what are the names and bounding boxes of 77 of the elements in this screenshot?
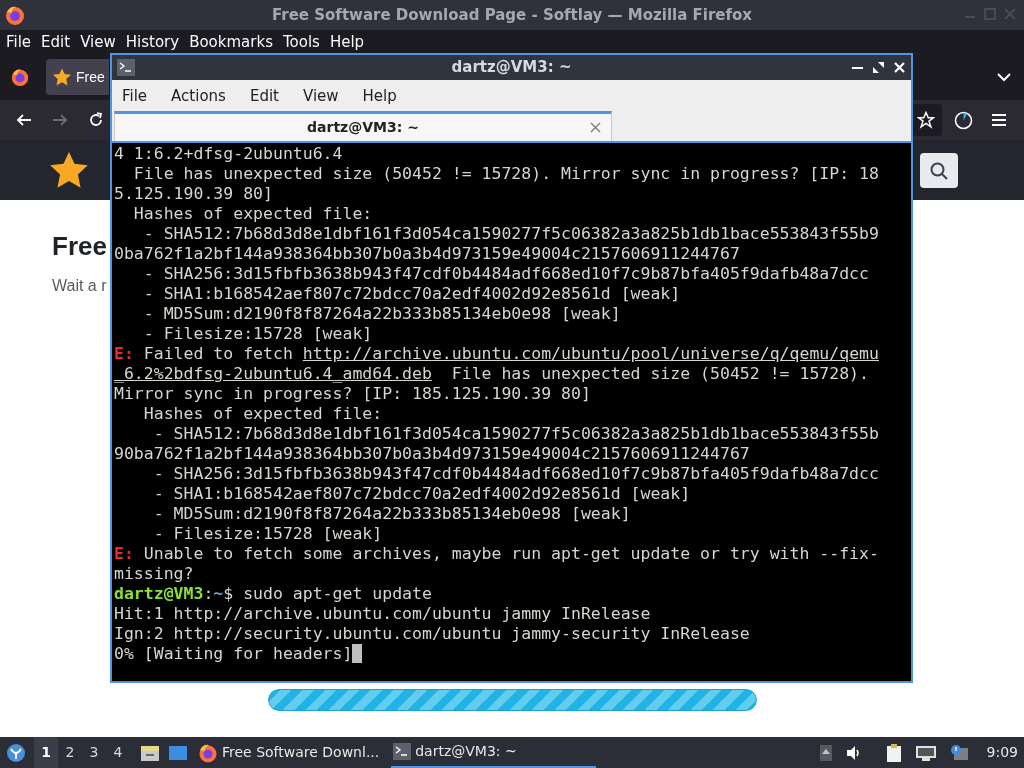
terminal-line: - SHA256:3d15fbfb3638b943f47cdf0b4484adf668ed10f7c9b87bfa405f9dafb48a7dcc [142,264,869,284]
terminal-line: 0% [Waiting for headers] [114,644,353,664]
notification-icon[interactable] [948,743,969,762]
firefox-icon[interactable] [10,67,30,87]
page-heading: Free [52,230,107,263]
reload-icon[interactable] [88,112,104,128]
firefox-icon [198,742,218,763]
menu-item[interactable]: Tools [282,30,320,54]
link[interactable]: _6.2%2bdfsg-2ubuntu6.4_amd64.deb [114,364,432,383]
start-menu-icon[interactable] [6,742,26,763]
window-title: Free Software Download Page - Softlay — Mozilla Firefox [272,4,752,26]
firefox-icon [4,4,26,26]
arrow-up-icon[interactable] [818,743,833,762]
workspace-button[interactable]: 1 [34,737,58,768]
maximize-icon[interactable] [873,62,884,73]
clipboard-icon[interactable] [884,742,903,763]
workspace-button[interactable]: 4 [106,737,130,768]
terminal-line: File has unexpected size (50452 != 15728). Mirror sync in progress? [IP: 18 [132,164,879,184]
terminal-line: dartz@VM3:~$ sudo apt-get update [114,584,432,604]
menu-item[interactable]: Edit [249,84,279,108]
page-text: Wait a r [52,276,107,296]
forward-icon[interactable] [52,112,68,128]
chevron-down-icon[interactable] [996,71,1012,83]
terminal-line: 0ba762f1a2bf144a938364bb307b0a3b4d973159e49004c2157606911244767 [114,244,740,264]
terminal-tab[interactable]: dartz@VM3: ~ [114,111,612,141]
terminal-line: Ign:2 http://security.ubuntu.com/ubuntu jammy-security InRelease [114,624,750,644]
terminal-line: Hit:1 http://archive.ubuntu.com/ubuntu jammy InRelease [114,604,651,624]
terminal-line: 5.125.190.39 80] [114,184,273,204]
star-icon [53,68,71,86]
terminal-line: missing? [114,564,194,584]
star-icon[interactable] [917,111,935,129]
network-icon[interactable] [914,743,937,762]
link[interactable]: http://archive.ubuntu.com/ubuntu/pool/universe/q/qemu/qemu [302,344,879,363]
desktop-icon[interactable] [168,743,188,762]
workspace-button[interactable]: 3 [82,737,106,768]
terminal-icon [393,743,412,760]
menu-item[interactable]: Help [329,30,365,54]
workspace-button[interactable]: 2 [58,737,82,768]
terminal-line: - MD5Sum:d2190f8f87264a22b333b85134eb0e98 [weak] [152,504,631,524]
terminal-line: E: Unable to fetch some archives, maybe run apt-get update or try with --fix- [114,544,879,564]
terminal-line: - SHA256:3d15fbfb3638b943f47cdf0b4484adf668ed10f7c9b87bfa405f9dafb48a7dcc [152,464,879,484]
terminal-line: - SHA512:7b68d3d8e1dbf161f3d054ca1590277f5c06382a3a825b1db1bace553843f55b [152,424,879,444]
terminal-line: - Filesize:15728 [weak] [142,324,373,344]
menu-item[interactable]: View [80,30,116,54]
menu-icon[interactable] [992,113,1006,127]
browser-tab[interactable]: Free [46,59,109,95]
menu-item[interactable]: Help [362,84,397,108]
terminal-icon [117,59,135,76]
terminal-line: - MD5Sum:d2190f8f87264a22b333b85134eb0e98 [weak] [142,304,621,324]
search-icon [930,161,948,180]
terminal-line: Hashes of expected file: [132,204,373,224]
menu-item[interactable]: File [122,84,148,108]
clock[interactable]: 9:09 [986,742,1018,763]
terminal-line: 90ba762f1a2bf144a938364bb307b0a3b4d973159e49004c2157606911244767 [114,444,750,464]
file-manager-icon[interactable] [140,743,160,762]
terminal-line: - SHA1:b168542aef807c72bdcc70a2edf4002d92e8561d [weak] [142,284,681,304]
terminal-line: _6.2%2bdfsg-2ubuntu6.4_amd64.deb File has unexpected size (50452 != 15728). [114,364,869,384]
circle-icon[interactable] [954,111,973,130]
menu-item[interactable]: History [125,30,180,54]
terminal-line: - SHA1:b168542aef807c72bdcc70a2edf4002d92e8561d [weak] [152,484,691,504]
back-icon[interactable] [16,112,32,128]
taskbar-button[interactable]: dartz@VM3: ~ [391,737,597,768]
star-logo-icon [50,152,88,188]
terminal-line: Hashes of expected file: [142,404,383,424]
menu-item[interactable]: View [302,84,339,108]
terminal-line: - SHA512:7b68d3d8e1dbf161f3d054ca1590277f5c06382a3a825b1db1bace553843f55b9 [142,224,879,244]
search-button[interactable] [920,153,958,188]
window-title: dartz@VM3: ~ [451,57,572,79]
menu-item[interactable]: File [6,30,32,54]
menu-item[interactable]: Actions [171,84,226,108]
menu-item[interactable]: Edit [41,30,71,54]
terminal-line: E: Failed to fetch http://archive.ubuntu.com/ubuntu/pool/universe/q/qemu/qemu [114,344,879,364]
taskbar-button[interactable]: Free Software Downl... [196,737,382,768]
terminal-line: - Filesize:15728 [weak] [152,524,383,544]
terminal-line: 4 1:6.2+dfsg-2ubuntu6.4 [114,144,343,164]
terminal-line: Mirror sync in progress? [IP: 185.125.190.39 80] [114,384,591,404]
menu-item[interactable]: Bookmarks [189,30,273,54]
